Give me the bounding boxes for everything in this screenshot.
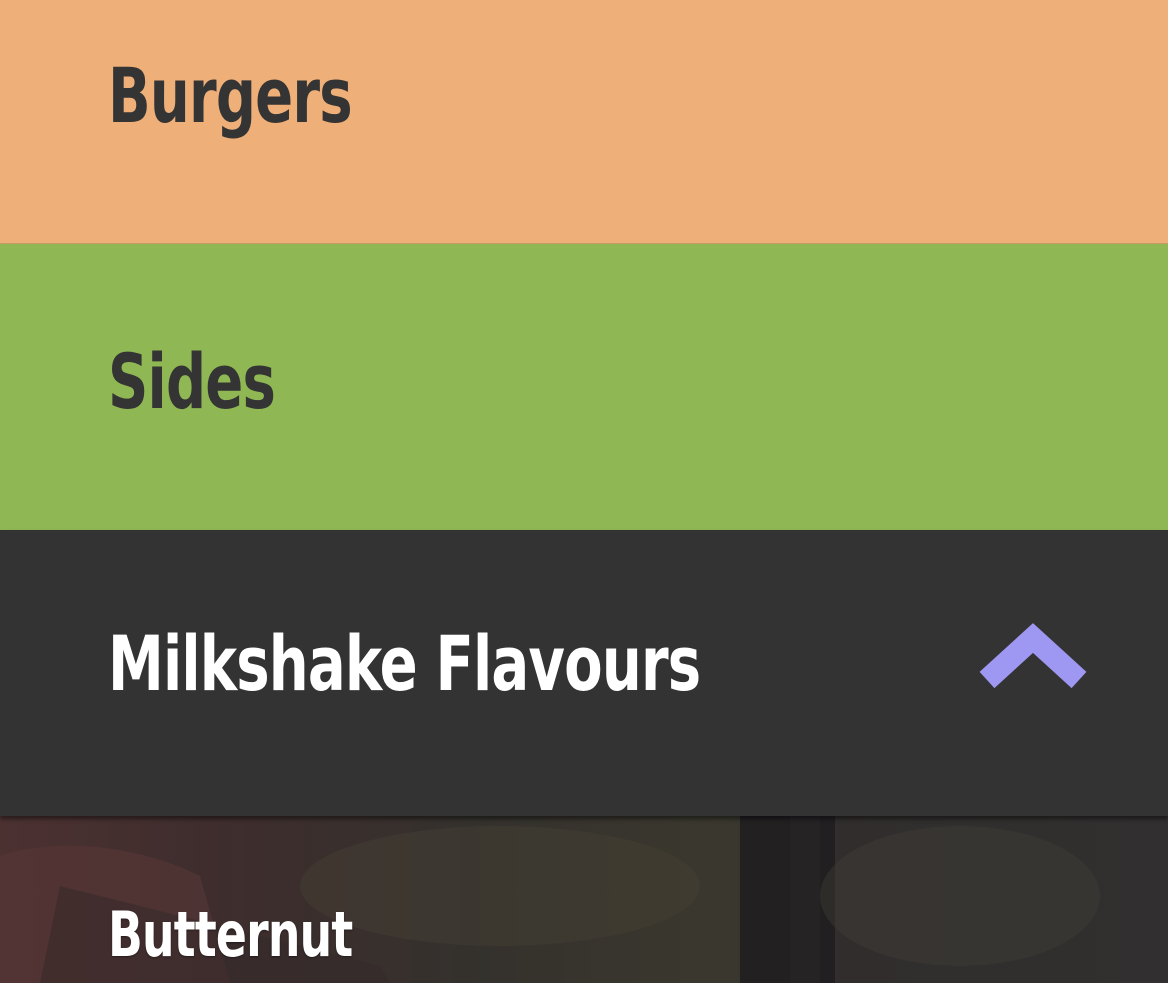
- category-label: Milkshake Flavours: [108, 619, 701, 708]
- flavour-label: Butternut: [108, 898, 353, 971]
- flavour-item-butternut[interactable]: Butternut: [0, 816, 1168, 983]
- category-label: Sides: [108, 337, 276, 426]
- category-burgers[interactable]: Burgers: [0, 0, 1168, 244]
- category-sides[interactable]: Sides: [0, 244, 1168, 530]
- category-milkshake-flavours[interactable]: Milkshake Flavours: [0, 530, 1168, 816]
- menu-accordion: Burgers Sides Milkshake Flavours Buttern…: [0, 0, 1168, 983]
- category-label: Burgers: [108, 51, 353, 140]
- flavour-list: Butternut: [0, 816, 1168, 983]
- chevron-up-icon[interactable]: [975, 620, 1091, 696]
